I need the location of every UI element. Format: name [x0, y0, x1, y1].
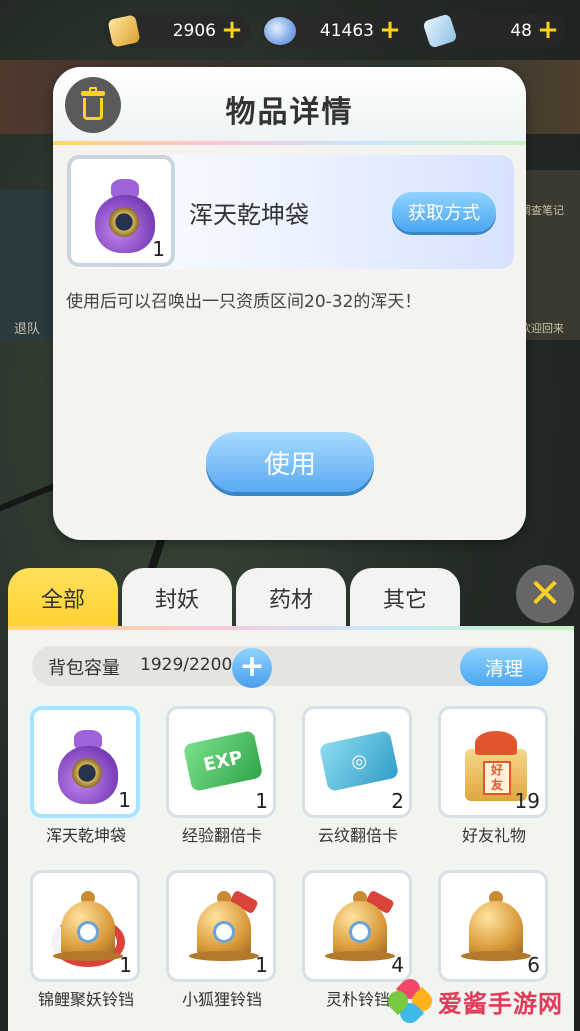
- close-icon: ✕: [528, 571, 562, 617]
- add-gold-button[interactable]: +: [221, 17, 243, 43]
- item-detail-dialog: 物品详情 1 浑天乾坤袋 获取方式 使用后可以召唤出一只资质区间20-32的浑天…: [53, 67, 526, 540]
- slot-count: 1: [118, 788, 131, 812]
- inventory-slot[interactable]: 1 小狐狸铃铛: [166, 870, 278, 1010]
- background-right-panel: [518, 170, 580, 340]
- inventory-slot[interactable]: EXP 1 经验翻倍卡: [166, 706, 278, 846]
- inventory-slot[interactable]: 好友 19 好友礼物: [438, 706, 550, 846]
- add-ticket-button[interactable]: +: [537, 17, 559, 43]
- tab-others[interactable]: 其它: [350, 568, 460, 628]
- ticket-icon: [422, 13, 458, 49]
- slot-count: 1: [255, 789, 268, 813]
- ticket-currency: 48 +: [420, 13, 566, 49]
- flower-logo-icon: [383, 974, 437, 1028]
- gold-ingot-icon: [107, 14, 141, 48]
- currency-bar: 2906 + 41463 + 48 +: [104, 13, 570, 50]
- slot-count: 1: [255, 953, 268, 977]
- logo-text: 爱酱手游网: [438, 989, 563, 1018]
- gold-currency: 2906 +: [104, 14, 250, 48]
- slot-frame: EXP 1: [166, 706, 276, 818]
- bell-icon: [323, 887, 397, 969]
- add-diamond-button[interactable]: +: [379, 17, 401, 43]
- slot-frame: 1: [30, 870, 140, 982]
- exp-card-icon: EXP: [182, 730, 264, 792]
- slot-count: 4: [391, 953, 404, 977]
- inventory-slot[interactable]: 6: [438, 870, 550, 986]
- tab-seal[interactable]: 封妖: [122, 568, 232, 628]
- slot-frame: 1: [30, 706, 140, 818]
- inventory-slot[interactable]: 1 浑天乾坤袋: [30, 706, 142, 846]
- slot-name: 浑天乾坤袋: [45, 826, 126, 845]
- inventory-slot[interactable]: 1 锦鲤聚妖铃铛: [30, 870, 142, 1010]
- slot-count: 1: [119, 953, 132, 977]
- item-summary-card: 1 浑天乾坤袋 获取方式: [67, 155, 514, 269]
- capacity-value: 1929/2200: [140, 655, 233, 675]
- koi-bell-icon: [51, 887, 125, 969]
- slot-count: 19: [514, 789, 540, 813]
- slot-frame: 好友 19: [438, 706, 548, 818]
- item-detail-header: 物品详情: [53, 67, 526, 145]
- purple-bag-icon: [93, 175, 157, 253]
- bag-panel: 背包容量 1929/2200 + 清理 1 浑天乾坤袋 EXP 1 经验翻倍卡 …: [8, 626, 574, 1031]
- slot-count: 6: [527, 953, 540, 977]
- dialog-title: 物品详情: [225, 95, 354, 130]
- watermark-logo: 爱酱手游网: [383, 974, 578, 1028]
- ticket-amount: 48: [510, 21, 532, 41]
- clean-button[interactable]: 清理: [460, 648, 548, 686]
- background-notes-label: 调查笔记: [520, 204, 564, 217]
- slot-name: 经验翻倍卡: [181, 826, 262, 845]
- bag-tabs: 全部 封妖 药材 其它: [8, 568, 460, 628]
- slot-frame: 4: [302, 870, 412, 982]
- slot-name: 锦鲤聚妖铃铛: [37, 990, 134, 1009]
- expand-capacity-button[interactable]: +: [232, 648, 272, 688]
- close-button[interactable]: ✕: [516, 565, 574, 623]
- cloud-card-icon: ◎: [318, 730, 400, 792]
- purple-bag-icon: [56, 726, 120, 804]
- use-button[interactable]: 使用: [206, 432, 374, 492]
- slot-frame: 1: [166, 870, 276, 982]
- item-description: 使用后可以召唤出一只资质区间20-32的浑天！: [66, 292, 422, 312]
- tab-all[interactable]: 全部: [8, 568, 118, 628]
- obtain-method-button[interactable]: 获取方式: [392, 192, 496, 232]
- inventory-slot[interactable]: ◎ 2 云纹翻倍卡: [302, 706, 414, 846]
- tab-herbs[interactable]: 药材: [236, 568, 346, 628]
- plain-bell-icon: [459, 887, 533, 969]
- capacity-bar: 背包容量 1929/2200 + 清理: [32, 646, 548, 688]
- gold-amount: 2906: [172, 21, 216, 41]
- background-leave-team-label: 退队: [14, 322, 41, 337]
- slot-name: 好友礼物: [461, 826, 526, 845]
- diamond-icon: [264, 17, 296, 45]
- slot-name: 小狐狸铃铛: [181, 990, 262, 1009]
- background-welcome-label: 欢迎回来: [520, 322, 564, 335]
- slot-frame: ◎ 2: [302, 706, 412, 818]
- item-count: 1: [152, 237, 165, 261]
- diamond-currency: 41463 +: [262, 14, 408, 48]
- slot-count: 2: [391, 789, 404, 813]
- fox-bell-icon: [187, 887, 261, 969]
- slot-name: 云纹翻倍卡: [317, 826, 398, 845]
- item-icon-frame: 1: [67, 155, 175, 267]
- diamond-amount: 41463: [319, 21, 374, 41]
- slot-frame: 6: [438, 870, 548, 982]
- capacity-label: 背包容量: [48, 658, 120, 679]
- item-name: 浑天乾坤袋: [189, 201, 309, 229]
